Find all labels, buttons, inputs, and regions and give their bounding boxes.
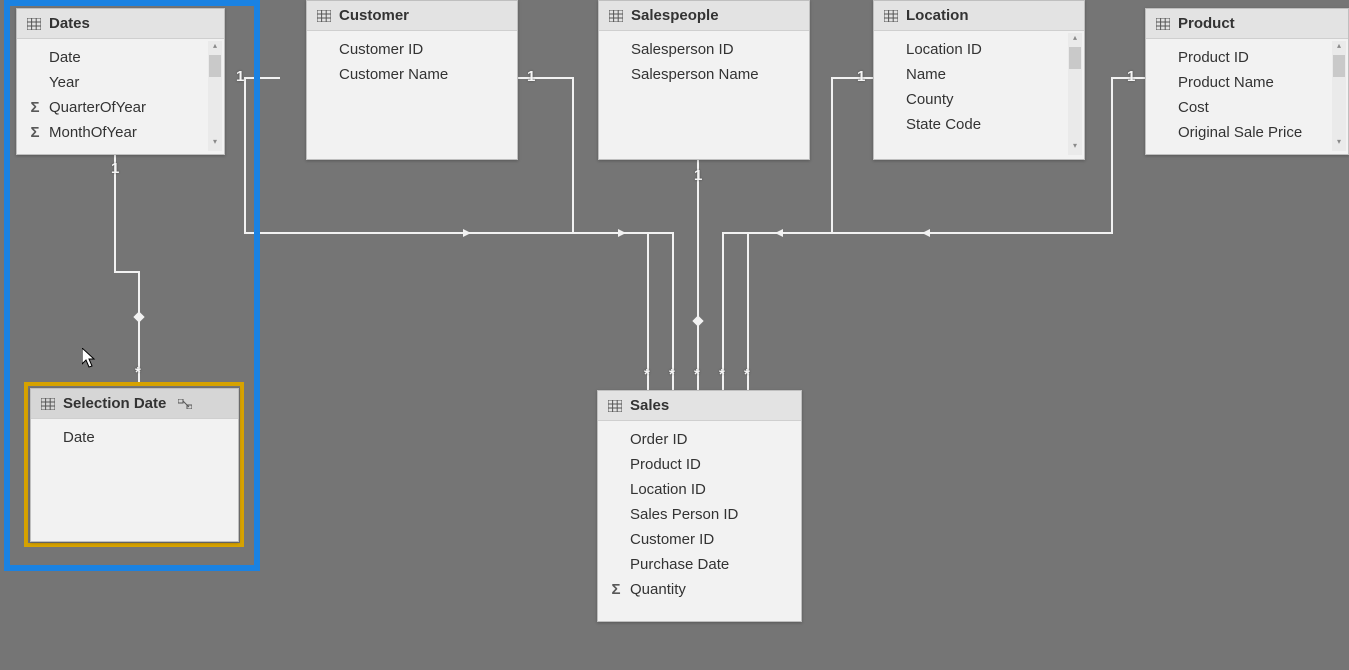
field-item[interactable]: Salesperson Name: [599, 62, 809, 87]
field-item[interactable]: Location ID: [598, 477, 801, 502]
relationship-icon: [178, 399, 192, 409]
scroll-up-icon[interactable]: ▴: [1332, 41, 1346, 55]
field-item[interactable]: ΣQuantity: [598, 577, 801, 602]
cardinality-many: *: [694, 366, 700, 383]
field-list[interactable]: Customer ID Customer Name: [307, 31, 517, 93]
table-title: Selection Date: [63, 395, 166, 412]
table-icon: [608, 400, 622, 412]
table-customer[interactable]: Customer Customer ID Customer Name: [306, 0, 518, 160]
table-header[interactable]: Location: [874, 1, 1084, 31]
table-location[interactable]: Location Location ID Name County State C…: [873, 0, 1085, 160]
field-list[interactable]: Location ID Name County State Code ▴ ▾: [874, 31, 1084, 157]
cardinality-many: *: [669, 366, 675, 383]
field-item[interactable]: Purchase Date: [598, 552, 801, 577]
scroll-up-icon[interactable]: ▴: [208, 41, 222, 55]
field-item[interactable]: Name: [874, 62, 1084, 87]
table-icon: [27, 18, 41, 30]
field-item[interactable]: Location ID: [874, 37, 1084, 62]
table-icon: [317, 10, 331, 22]
table-title: Sales: [630, 397, 669, 414]
field-item[interactable]: Customer ID: [598, 527, 801, 552]
field-list[interactable]: Salesperson ID Salesperson Name: [599, 31, 809, 93]
table-selection-date[interactable]: Selection Date Date: [30, 388, 239, 542]
scroll-thumb[interactable]: [1069, 47, 1081, 69]
table-title: Product: [1178, 15, 1235, 32]
table-title: Location: [906, 7, 969, 24]
field-item[interactable]: Date: [31, 425, 238, 450]
sigma-icon: Σ: [27, 124, 43, 141]
scroll-down-icon[interactable]: ▾: [1332, 137, 1346, 151]
scroll-thumb[interactable]: [1333, 55, 1345, 77]
table-header[interactable]: Selection Date: [31, 389, 238, 419]
table-title: Customer: [339, 7, 409, 24]
cardinality-one: 1: [1127, 68, 1135, 85]
scrollbar[interactable]: ▴ ▾: [1068, 33, 1082, 155]
table-icon: [41, 398, 55, 410]
scroll-up-icon[interactable]: ▴: [1068, 33, 1082, 47]
table-header[interactable]: Salespeople: [599, 1, 809, 31]
field-item[interactable]: Product Name: [1146, 70, 1348, 95]
cardinality-one: 1: [236, 68, 244, 85]
field-item[interactable]: Sales Person ID: [598, 502, 801, 527]
field-item[interactable]: ΣMonthOfYear: [17, 120, 224, 145]
table-icon: [1156, 18, 1170, 30]
field-item[interactable]: County: [874, 87, 1084, 112]
field-list[interactable]: Date: [31, 419, 238, 456]
cardinality-many: *: [644, 366, 650, 383]
field-item[interactable]: Customer Name: [307, 62, 517, 87]
field-item[interactable]: ΣQuarterOfYear: [17, 95, 224, 120]
field-item[interactable]: Date: [17, 45, 224, 70]
field-item[interactable]: Original Sale Price: [1146, 120, 1348, 145]
field-item[interactable]: State Code: [874, 112, 1084, 137]
table-product[interactable]: Product Product ID Product Name Cost Ori…: [1145, 8, 1349, 155]
cursor-icon: [82, 348, 98, 370]
field-item[interactable]: Cost: [1146, 95, 1348, 120]
field-item[interactable]: Customer ID: [307, 37, 517, 62]
field-item[interactable]: Year: [17, 70, 224, 95]
field-list[interactable]: Order ID Product ID Location ID Sales Pe…: [598, 421, 801, 608]
sigma-icon: Σ: [608, 581, 624, 598]
field-item[interactable]: Product ID: [598, 452, 801, 477]
table-title: Dates: [49, 15, 90, 32]
table-icon: [884, 10, 898, 22]
scrollbar[interactable]: ▴ ▾: [1332, 41, 1346, 151]
table-icon: [609, 10, 623, 22]
cardinality-one: 1: [694, 167, 702, 184]
scroll-down-icon[interactable]: ▾: [1068, 141, 1082, 155]
scroll-thumb[interactable]: [209, 55, 221, 77]
table-header[interactable]: Product: [1146, 9, 1348, 39]
table-header[interactable]: Sales: [598, 391, 801, 421]
table-header[interactable]: Customer: [307, 1, 517, 31]
field-list[interactable]: Date Year ΣQuarterOfYear ΣMonthOfYear ▴ …: [17, 39, 224, 153]
table-title: Salespeople: [631, 7, 719, 24]
scrollbar[interactable]: ▴ ▾: [208, 41, 222, 151]
sigma-icon: Σ: [27, 99, 43, 116]
cardinality-many: *: [719, 366, 725, 383]
cardinality-many: *: [135, 364, 141, 381]
field-list[interactable]: Product ID Product Name Cost Original Sa…: [1146, 39, 1348, 153]
scroll-down-icon[interactable]: ▾: [208, 137, 222, 151]
cardinality-one: 1: [111, 160, 119, 177]
field-item[interactable]: Product ID: [1146, 45, 1348, 70]
table-sales[interactable]: Sales Order ID Product ID Location ID Sa…: [597, 390, 802, 622]
table-dates[interactable]: Dates Date Year ΣQuarterOfYear ΣMonthOfY…: [16, 8, 225, 155]
field-item[interactable]: Order ID: [598, 427, 801, 452]
cardinality-one: 1: [527, 68, 535, 85]
field-item[interactable]: Salesperson ID: [599, 37, 809, 62]
table-salespeople[interactable]: Salespeople Salesperson ID Salesperson N…: [598, 0, 810, 160]
table-header[interactable]: Dates: [17, 9, 224, 39]
cardinality-many: *: [744, 366, 750, 383]
cardinality-one: 1: [857, 68, 865, 85]
